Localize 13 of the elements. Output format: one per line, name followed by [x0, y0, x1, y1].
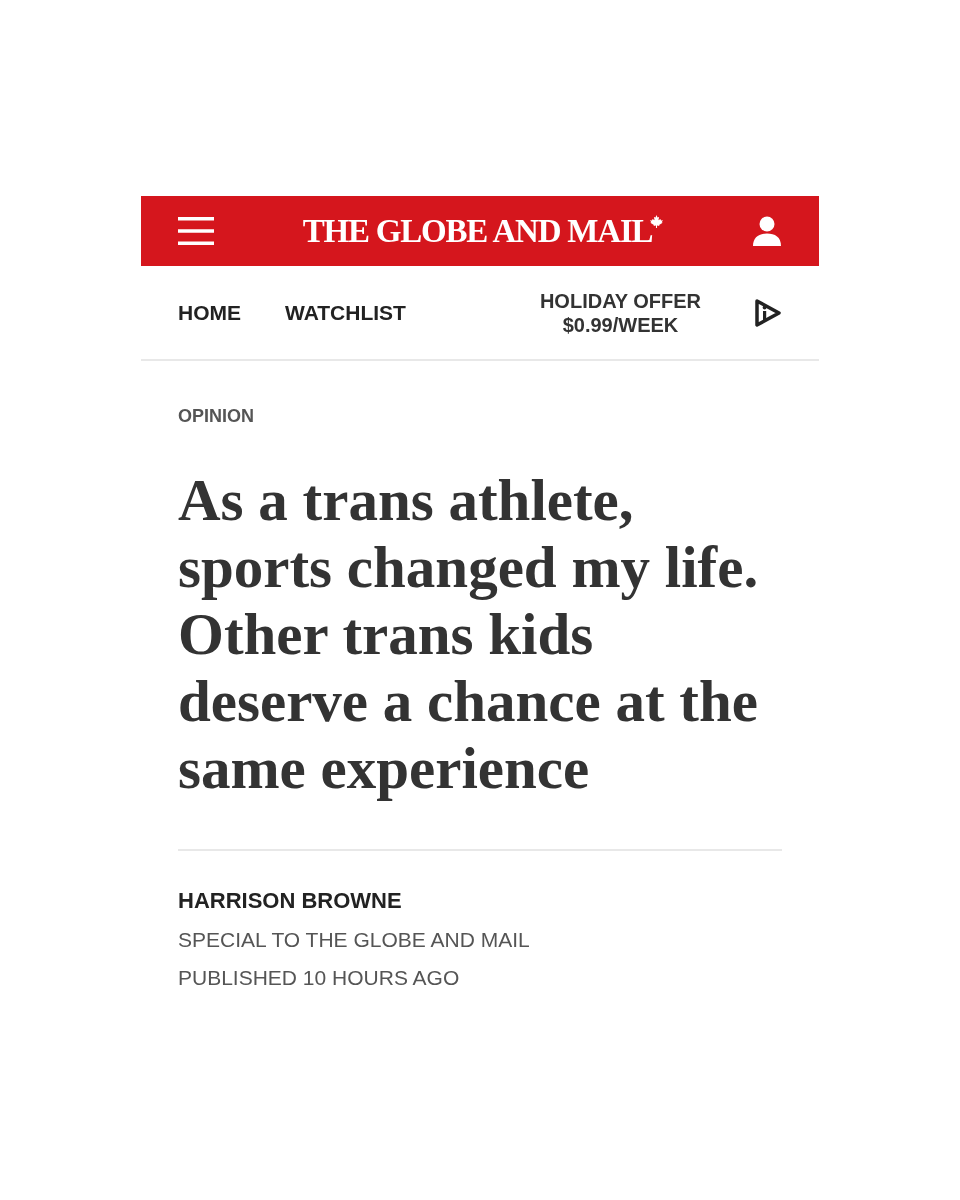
user-account-icon[interactable] — [752, 216, 782, 246]
play-triangle-icon[interactable] — [754, 297, 782, 328]
nav-link[interactable]: WATCHLIST — [285, 296, 406, 329]
section-label[interactable]: OPINION — [178, 404, 782, 428]
holiday-offer-link[interactable]: HOLIDAY OFFER $0.99/WEEK — [533, 288, 708, 337]
nav-link[interactable]: HOME — [178, 296, 241, 329]
site-logo[interactable]: THE GLOBE AND MAIL — [302, 214, 653, 248]
maple-leaf-icon — [650, 214, 664, 228]
published-time: PUBLISHED 10 HOURS AGO — [178, 965, 461, 991]
author-affiliation: SPECIAL TO THE GLOBE AND MAIL — [178, 927, 531, 953]
article-headline: As a trans athlete, sports changed my life. Other trans kids deserve a chance at the same experience — [178, 467, 760, 802]
menu-icon[interactable] — [178, 215, 214, 247]
author-name[interactable]: HARRISON BROWNE — [178, 883, 782, 919]
